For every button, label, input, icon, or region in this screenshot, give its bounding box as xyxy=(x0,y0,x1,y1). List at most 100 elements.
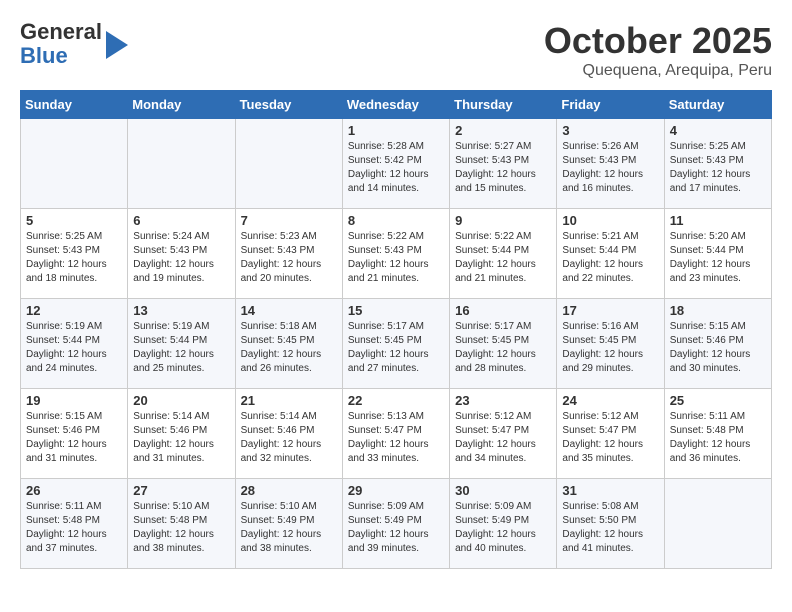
day-info: Sunrise: 5:24 AM Sunset: 5:43 PM Dayligh… xyxy=(133,230,229,286)
weekday-header: Wednesday xyxy=(342,91,449,119)
day-number: 21 xyxy=(241,393,337,408)
day-number: 31 xyxy=(562,483,658,498)
calendar-cell: 16 Sunrise: 5:17 AM Sunset: 5:45 PM Dayli… xyxy=(450,299,557,389)
logo-blue: Blue xyxy=(20,43,68,68)
weekday-header: Saturday xyxy=(664,91,771,119)
day-info: Sunrise: 5:22 AM Sunset: 5:43 PM Dayligh… xyxy=(348,230,444,286)
calendar-cell: 14 Sunrise: 5:18 AM Sunset: 5:45 PM Dayli… xyxy=(235,299,342,389)
calendar-cell: 31 Sunrise: 5:08 AM Sunset: 5:50 PM Dayli… xyxy=(557,479,664,569)
day-info: Sunrise: 5:25 AM Sunset: 5:43 PM Dayligh… xyxy=(670,140,766,196)
day-number: 14 xyxy=(241,303,337,318)
calendar-table: SundayMondayTuesdayWednesdayThursdayFrid… xyxy=(20,90,772,569)
day-info: Sunrise: 5:18 AM Sunset: 5:45 PM Dayligh… xyxy=(241,320,337,376)
day-number: 10 xyxy=(562,213,658,228)
day-info: Sunrise: 5:17 AM Sunset: 5:45 PM Dayligh… xyxy=(455,320,551,376)
day-info: Sunrise: 5:15 AM Sunset: 5:46 PM Dayligh… xyxy=(26,410,122,466)
day-number: 20 xyxy=(133,393,229,408)
calendar-cell: 13Sunrise: 5:19 AM Sunset: 5:44 PM Dayli… xyxy=(128,299,235,389)
day-number: 12 xyxy=(26,303,122,318)
calendar-cell: 6Sunrise: 5:24 AM Sunset: 5:43 PM Daylig… xyxy=(128,209,235,299)
day-number: 16 xyxy=(455,303,551,318)
calendar-cell xyxy=(235,119,342,209)
calendar-cell: 25 Sunrise: 5:11 AM Sunset: 5:48 PM Dayli… xyxy=(664,389,771,479)
day-info: Sunrise: 5:17 AM Sunset: 5:45 PM Dayligh… xyxy=(348,320,444,376)
calendar-week-row: 12 Sunrise: 5:19 AM Sunset: 5:44 PM Dayli… xyxy=(21,299,772,389)
logo-arrow-icon xyxy=(106,31,128,59)
calendar-cell: 3Sunrise: 5:26 AM Sunset: 5:43 PM Daylig… xyxy=(557,119,664,209)
calendar-cell: 7Sunrise: 5:23 AM Sunset: 5:43 PM Daylig… xyxy=(235,209,342,299)
calendar-cell: 24 Sunrise: 5:12 AM Sunset: 5:47 PM Dayli… xyxy=(557,389,664,479)
day-info: Sunrise: 5:26 AM Sunset: 5:43 PM Dayligh… xyxy=(562,140,658,196)
day-number: 11 xyxy=(670,213,766,228)
day-number: 2 xyxy=(455,123,551,138)
title-area: October 2025 Quequena, Arequipa, Peru xyxy=(544,20,772,80)
calendar-cell: 12 Sunrise: 5:19 AM Sunset: 5:44 PM Dayli… xyxy=(21,299,128,389)
location: Quequena, Arequipa, Peru xyxy=(544,62,772,80)
calendar-week-row: 19Sunrise: 5:15 AM Sunset: 5:46 PM Dayli… xyxy=(21,389,772,479)
day-number: 24 xyxy=(562,393,658,408)
calendar-cell: 20 Sunrise: 5:14 AM Sunset: 5:46 PM Dayli… xyxy=(128,389,235,479)
month-title: October 2025 xyxy=(544,20,772,62)
weekday-header: Thursday xyxy=(450,91,557,119)
day-info: Sunrise: 5:12 AM Sunset: 5:47 PM Dayligh… xyxy=(455,410,551,466)
calendar-cell: 22Sunrise: 5:13 AM Sunset: 5:47 PM Dayli… xyxy=(342,389,449,479)
calendar-cell: 4 Sunrise: 5:25 AM Sunset: 5:43 PM Daylig… xyxy=(664,119,771,209)
day-number: 18 xyxy=(670,303,766,318)
weekday-header: Friday xyxy=(557,91,664,119)
calendar-cell xyxy=(21,119,128,209)
day-number: 5 xyxy=(26,213,122,228)
day-info: Sunrise: 5:09 AM Sunset: 5:49 PM Dayligh… xyxy=(348,500,444,556)
day-number: 30 xyxy=(455,483,551,498)
day-number: 28 xyxy=(241,483,337,498)
calendar-cell: 15 Sunrise: 5:17 AM Sunset: 5:45 PM Dayli… xyxy=(342,299,449,389)
day-info: Sunrise: 5:10 AM Sunset: 5:49 PM Dayligh… xyxy=(241,500,337,556)
logo-general: General xyxy=(20,19,102,44)
day-info: Sunrise: 5:08 AM Sunset: 5:50 PM Dayligh… xyxy=(562,500,658,556)
day-info: Sunrise: 5:16 AM Sunset: 5:45 PM Dayligh… xyxy=(562,320,658,376)
day-info: Sunrise: 5:11 AM Sunset: 5:48 PM Dayligh… xyxy=(26,500,122,556)
day-number: 26 xyxy=(26,483,122,498)
day-number: 4 xyxy=(670,123,766,138)
day-info: Sunrise: 5:27 AM Sunset: 5:43 PM Dayligh… xyxy=(455,140,551,196)
day-info: Sunrise: 5:19 AM Sunset: 5:44 PM Dayligh… xyxy=(26,320,122,376)
logo-text: General Blue xyxy=(20,20,102,68)
calendar-cell: 8 Sunrise: 5:22 AM Sunset: 5:43 PM Daylig… xyxy=(342,209,449,299)
day-number: 9 xyxy=(455,213,551,228)
calendar-cell: 9 Sunrise: 5:22 AM Sunset: 5:44 PM Daylig… xyxy=(450,209,557,299)
day-info: Sunrise: 5:11 AM Sunset: 5:48 PM Dayligh… xyxy=(670,410,766,466)
page-header: General Blue October 2025 Quequena, Areq… xyxy=(20,20,772,80)
calendar-cell: 19Sunrise: 5:15 AM Sunset: 5:46 PM Dayli… xyxy=(21,389,128,479)
day-number: 17 xyxy=(562,303,658,318)
calendar-cell: 28 Sunrise: 5:10 AM Sunset: 5:49 PM Dayli… xyxy=(235,479,342,569)
calendar-cell: 5 Sunrise: 5:25 AM Sunset: 5:43 PM Daylig… xyxy=(21,209,128,299)
day-info: Sunrise: 5:28 AM Sunset: 5:42 PM Dayligh… xyxy=(348,140,444,196)
weekday-header: Sunday xyxy=(21,91,128,119)
calendar-week-row: 1 Sunrise: 5:28 AM Sunset: 5:42 PM Daylig… xyxy=(21,119,772,209)
calendar-cell: 29Sunrise: 5:09 AM Sunset: 5:49 PM Dayli… xyxy=(342,479,449,569)
day-number: 1 xyxy=(348,123,444,138)
calendar-cell: 11Sunrise: 5:20 AM Sunset: 5:44 PM Dayli… xyxy=(664,209,771,299)
calendar-cell: 21Sunrise: 5:14 AM Sunset: 5:46 PM Dayli… xyxy=(235,389,342,479)
weekday-header: Monday xyxy=(128,91,235,119)
calendar-cell xyxy=(128,119,235,209)
calendar-cell xyxy=(664,479,771,569)
day-number: 23 xyxy=(455,393,551,408)
day-number: 15 xyxy=(348,303,444,318)
day-info: Sunrise: 5:22 AM Sunset: 5:44 PM Dayligh… xyxy=(455,230,551,286)
weekday-header-row: SundayMondayTuesdayWednesdayThursdayFrid… xyxy=(21,91,772,119)
day-info: Sunrise: 5:12 AM Sunset: 5:47 PM Dayligh… xyxy=(562,410,658,466)
day-info: Sunrise: 5:25 AM Sunset: 5:43 PM Dayligh… xyxy=(26,230,122,286)
day-number: 13 xyxy=(133,303,229,318)
day-number: 8 xyxy=(348,213,444,228)
calendar-week-row: 5 Sunrise: 5:25 AM Sunset: 5:43 PM Daylig… xyxy=(21,209,772,299)
calendar-cell: 2 Sunrise: 5:27 AM Sunset: 5:43 PM Daylig… xyxy=(450,119,557,209)
day-number: 25 xyxy=(670,393,766,408)
calendar-cell: 18Sunrise: 5:15 AM Sunset: 5:46 PM Dayli… xyxy=(664,299,771,389)
calendar-cell: 26 Sunrise: 5:11 AM Sunset: 5:48 PM Dayli… xyxy=(21,479,128,569)
calendar-cell: 10Sunrise: 5:21 AM Sunset: 5:44 PM Dayli… xyxy=(557,209,664,299)
day-info: Sunrise: 5:14 AM Sunset: 5:46 PM Dayligh… xyxy=(133,410,229,466)
day-info: Sunrise: 5:09 AM Sunset: 5:49 PM Dayligh… xyxy=(455,500,551,556)
calendar-cell: 1 Sunrise: 5:28 AM Sunset: 5:42 PM Daylig… xyxy=(342,119,449,209)
day-number: 22 xyxy=(348,393,444,408)
logo: General Blue xyxy=(20,20,128,68)
